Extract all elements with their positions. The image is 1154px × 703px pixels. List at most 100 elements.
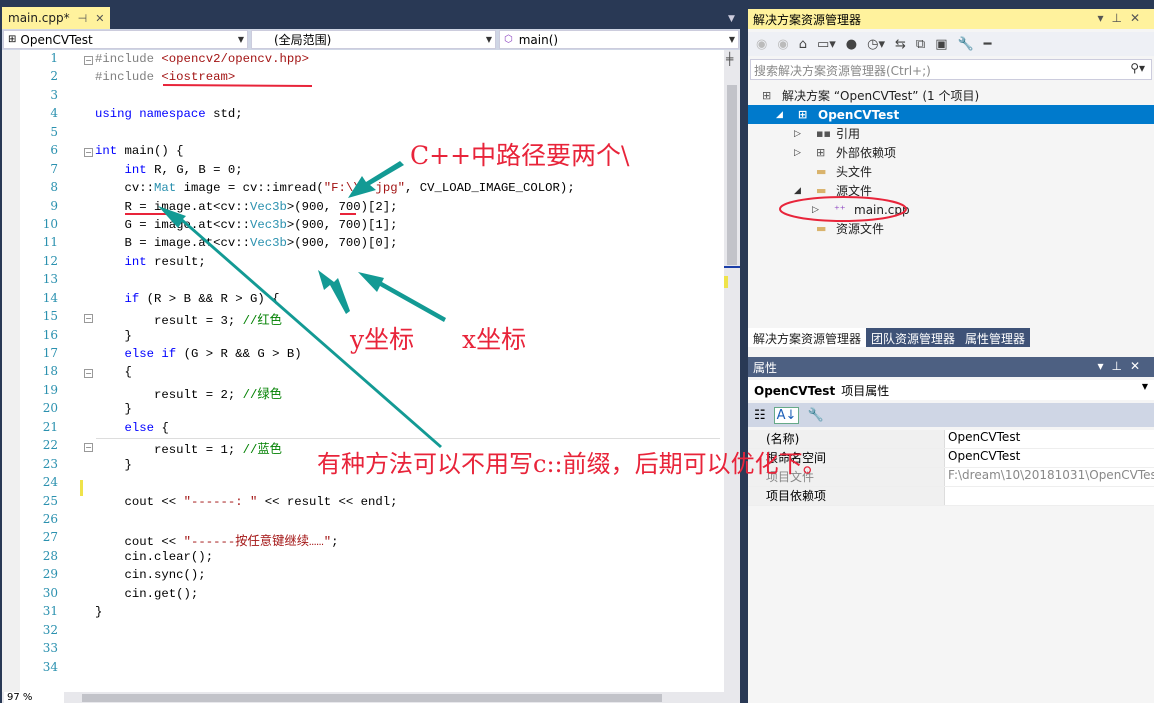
pin-icon[interactable]: ⊣ [78,12,88,25]
code-line[interactable]: result = 2; //绿色 [95,384,282,402]
tree-item[interactable]: ▬ 资源文件 [748,219,1154,238]
annotation-prefix-note: 有种方法可以不用写c::前缀，后期可以优化下。 [317,450,827,478]
code-line[interactable]: } [95,458,132,472]
preview-icon[interactable]: ━ [984,37,992,52]
properties-title: 属性 ▾⊥✕ [748,357,1154,377]
code-line[interactable]: result = 3; //红色 [95,310,282,328]
code-line[interactable]: } [95,402,132,416]
home-icon[interactable]: ⌂ [799,37,807,52]
expander-icon[interactable]: ▷ [794,129,801,139]
web-icon[interactable]: ● [846,37,857,52]
solution-search-input[interactable]: 搜索解决方案资源管理器(Ctrl+;) ⚲▾ [750,59,1152,80]
expander-icon[interactable]: ◢ [776,110,783,120]
member-dropdown[interactable]: ⬡ main() ▼ [499,30,739,49]
code-line[interactable]: using namespace std; [95,107,243,121]
property-value[interactable]: F:\dream\10\20181031\OpenCVTest [945,468,1154,486]
code-line[interactable]: int result; [95,255,206,269]
code-line[interactable]: else { [95,421,169,435]
annotation-path-note: C++中路径要两个\ [410,141,630,170]
code-line[interactable]: cin.clear(); [95,550,214,564]
zoom-level-dropdown[interactable]: 97 % [4,692,64,703]
tree-item[interactable]: ▷ ▪▪ 引用 [748,124,1154,143]
code-line[interactable]: result = 1; //蓝色 [95,439,282,457]
editor-tab-main-cpp[interactable]: main.cpp* ⊣ ✕ [2,7,110,29]
vertical-scroll-thumb[interactable] [727,85,737,265]
search-icon[interactable]: ⚲▾ [1130,61,1145,75]
code-line[interactable]: #include <opencv2/opencv.hpp> [95,52,309,66]
code-line[interactable]: cout << "------: " << result << endl; [95,495,398,509]
code-line[interactable]: int main() { [95,144,184,158]
scope-dropdown[interactable]: (全局范围) ▼ [251,30,496,49]
tree-item[interactable]: ⊞ 解决方案 “OpenCVTest” (1 个项目) [748,86,1154,105]
collapse-all-icon[interactable]: ⧉ [916,37,925,52]
panel-title: 属性 [753,361,778,375]
property-value[interactable]: OpenCVTest [945,449,1154,467]
fold-toggle-icon[interactable]: − [84,443,93,453]
property-value[interactable] [945,487,1154,505]
code-line[interactable]: cin.get(); [95,587,199,601]
line-number: 23 [42,456,58,471]
back-icon[interactable]: ◉ [756,37,767,52]
project-dropdown[interactable]: ⊞ OpenCVTest ▼ [3,30,248,49]
switch-view-icon[interactable]: ▭▾ [817,37,836,52]
tree-item[interactable]: ▬ 头文件 [748,162,1154,181]
code-line[interactable]: #include <iostream> [95,70,235,84]
code-line[interactable]: { [95,365,132,379]
dropdown-icon[interactable]: ▾ [1097,11,1111,25]
fold-toggle-icon[interactable]: − [84,314,93,324]
code-line[interactable]: cv::Mat image = cv::imread("F:\\1.jpg", … [95,181,575,195]
line-number: 29 [42,567,58,582]
pin-icon[interactable]: ⊥ [1111,359,1129,373]
code-line[interactable]: } [95,605,102,619]
tab-property-manager[interactable]: 属性管理器 [960,328,1031,347]
fold-toggle-icon[interactable]: − [84,56,93,65]
code-token: } [95,402,132,417]
code-line[interactable]: cout << "------按任意键继续……"; [95,531,339,549]
code-token: Vec3b [249,199,287,214]
tree-item[interactable]: ◢ ▬ 源文件 [748,181,1154,200]
code-line[interactable]: } [95,329,132,343]
code-line[interactable]: else if (G > R && G > B) [95,347,302,361]
expander-icon[interactable]: ▷ [794,148,801,158]
tab-solution-explorer[interactable]: 解决方案资源管理器 [748,328,867,347]
code-line[interactable]: G = image.at<cv::Vec3b>(900, 700)[1]; [95,218,398,232]
tree-item[interactable]: ◢ ⊞ OpenCVTest [748,105,1154,124]
close-icon[interactable]: ✕ [1130,359,1148,373]
expander-icon[interactable]: ▷ [812,205,819,215]
tree-item[interactable]: ▷ ⊞ 外部依赖项 [748,143,1154,162]
line-number: 10 [42,216,58,231]
property-pages-icon[interactable]: 🔧 [807,408,823,423]
show-all-files-icon[interactable]: ▣ [935,37,947,52]
property-row[interactable]: 项目依赖项 [748,487,1154,506]
line-number: 24 [42,475,58,490]
code-token: image = cv::imread( [176,181,324,196]
tree-item[interactable]: ▷ ⁺⁺ main.cpp [748,200,1154,219]
properties-wrench-icon[interactable]: 🔧 [957,37,973,52]
tab-overflow-icon[interactable]: ▼ [728,14,735,24]
sync-icon[interactable]: ⇆ [895,37,906,52]
split-icon[interactable]: ╪ [726,52,733,66]
fold-toggle-icon[interactable]: − [84,369,93,379]
categorized-icon[interactable]: ☷ [754,408,766,423]
tab-team-explorer[interactable]: 团队资源管理器 [866,328,961,347]
close-icon[interactable]: ✕ [1130,11,1148,25]
alphabetical-icon[interactable]: A↓ [773,406,800,424]
close-icon[interactable]: ✕ [95,12,104,25]
forward-icon[interactable]: ◉ [777,37,788,52]
code-line[interactable]: R = image.at<cv::Vec3b>(900, 700)[2]; [95,200,398,214]
code-token: { [161,420,169,435]
code-line[interactable]: if (R > B && R > G) { [95,292,280,306]
pending-changes-icon[interactable]: ◷▾ [867,37,885,52]
code-line[interactable]: B = image.at<cv::Vec3b>(900, 700)[0]; [95,236,398,250]
pin-icon[interactable]: ⊥ [1111,11,1129,25]
code-line[interactable]: cin.sync(); [95,568,206,582]
horizontal-scroll-thumb[interactable] [82,694,662,702]
fold-toggle-icon[interactable]: − [84,148,93,158]
code-line[interactable]: int R, G, B = 0; [95,163,243,177]
property-object-selector[interactable]: OpenCVTest 项目属性 ▼ [748,380,1154,400]
expander-icon[interactable]: ◢ [794,186,801,196]
code-token: R, G, B = 0; [154,162,243,177]
dropdown-icon[interactable]: ▾ [1097,359,1111,373]
tree-item-label: 源文件 [836,184,873,198]
property-value[interactable]: OpenCVTest [945,430,1154,448]
